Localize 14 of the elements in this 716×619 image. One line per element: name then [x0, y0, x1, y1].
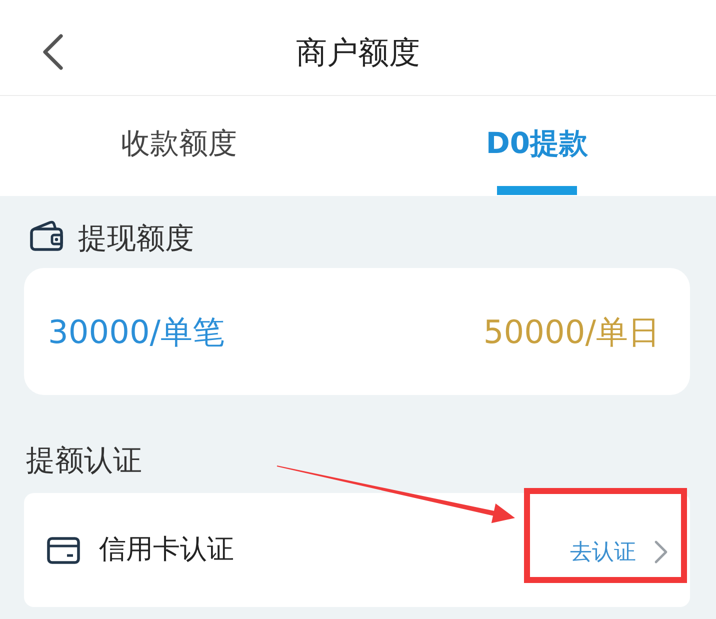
daily-limit: 50000/单日	[483, 312, 660, 352]
back-icon	[42, 34, 64, 70]
verification-label: 信用卡认证	[99, 533, 235, 567]
section-title: 提现额度	[78, 220, 194, 257]
section-title: 提额认证	[26, 442, 142, 479]
wallet-icon	[30, 220, 63, 250]
verification-card[interactable]: 信用卡认证 去认证	[24, 493, 690, 607]
per-transaction-limit: 30000/单笔	[48, 312, 225, 352]
page-title: 商户额度	[296, 34, 420, 72]
tab[interactable]: D0提款	[358, 96, 716, 196]
tab[interactable]: 收款额度	[0, 96, 358, 196]
chevron-right-icon	[654, 540, 668, 564]
credit-card-icon	[47, 536, 80, 564]
back-button[interactable]	[42, 34, 64, 70]
